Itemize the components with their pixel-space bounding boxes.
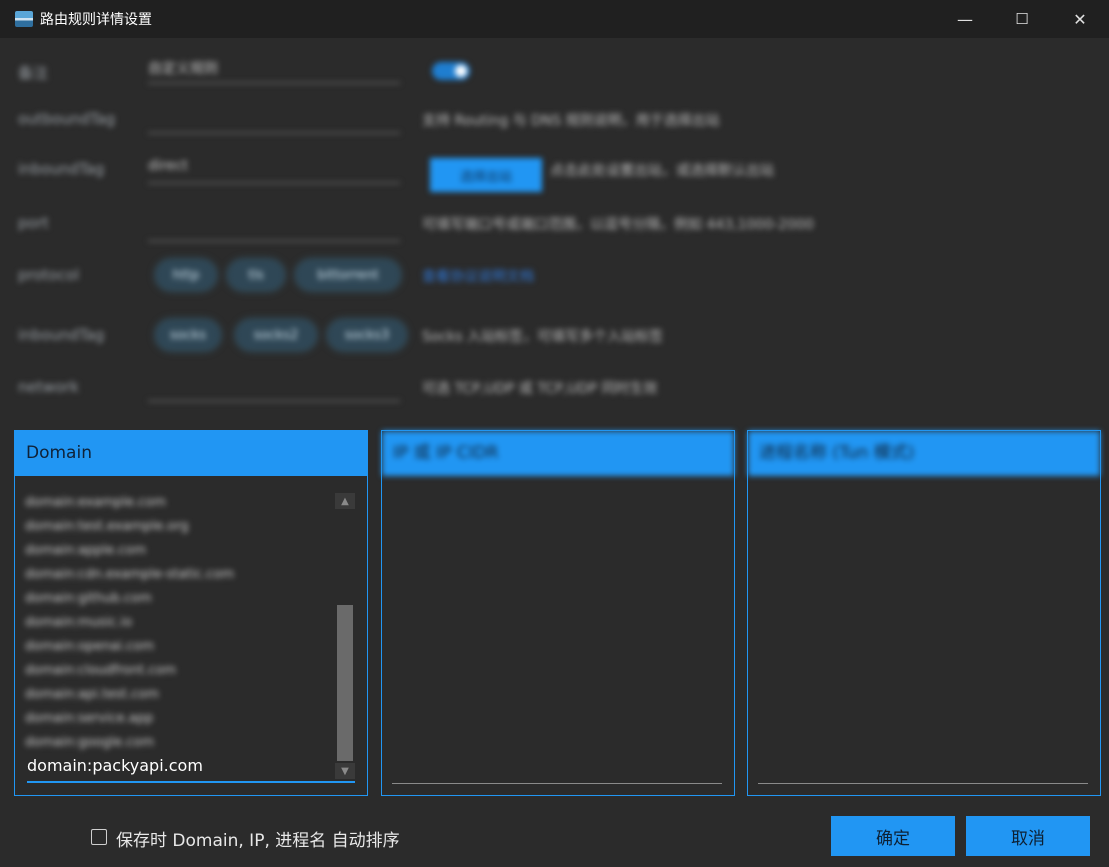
maximize-button[interactable]: ☐ bbox=[993, 0, 1051, 38]
window-title: 路由规则详情设置 bbox=[40, 12, 152, 28]
sniff-label: inboundTag bbox=[18, 326, 105, 344]
close-button[interactable]: ✕ bbox=[1051, 0, 1109, 38]
network-select[interactable] bbox=[148, 376, 400, 402]
domain-panel-header: Domain bbox=[15, 431, 367, 476]
ip-panel-header: IP 或 IP CIDR bbox=[382, 431, 734, 476]
domain-input-text[interactable]: domain:packyapi.com bbox=[27, 751, 327, 781]
scroll-down-icon[interactable]: ▼ bbox=[335, 763, 355, 779]
port-field[interactable] bbox=[148, 216, 400, 242]
network-description: 可选 TCP,UDP 或 TCP,UDP 同时生效 bbox=[422, 381, 658, 397]
list-item: domain:github.com bbox=[25, 591, 152, 606]
list-item: domain:api.test.com bbox=[25, 687, 159, 702]
inbound-label: inboundTag bbox=[18, 160, 105, 178]
outbound-select[interactable] bbox=[148, 108, 400, 134]
select-outbound-button[interactable]: 选择出站 bbox=[430, 158, 542, 192]
protocol-label: protocol bbox=[18, 266, 80, 284]
enable-toggle[interactable] bbox=[432, 62, 470, 80]
inbound-value: direct bbox=[148, 158, 189, 174]
form-row-sniff: inboundTag socks socks2 socks3 Socks 入站标… bbox=[0, 316, 1109, 356]
list-item: domain:cdn.example-static.com bbox=[25, 567, 235, 582]
form-row-remark: 备注 自定义规则 bbox=[0, 52, 1109, 92]
scroll-up-icon[interactable]: ▲ bbox=[335, 493, 355, 509]
outbound-label: outboundTag bbox=[18, 110, 116, 128]
list-item: domain:service.app bbox=[25, 711, 154, 726]
form-row-network: network 可选 TCP,UDP 或 TCP,UDP 同时生效 bbox=[0, 368, 1109, 408]
port-description: 可填写端口号或端口范围，以逗号分隔，例如 443,1000-2000 bbox=[422, 217, 814, 233]
form-row-inbound: inboundTag direct 选择出站 点击此处设置出站，或选择默认出站 bbox=[0, 150, 1109, 192]
process-input-underline[interactable] bbox=[758, 783, 1088, 784]
list-item: domain:music.io bbox=[25, 615, 133, 630]
process-panel-header: 进程名称 (Tun 模式) bbox=[748, 431, 1100, 476]
app-window-icon bbox=[15, 11, 33, 27]
domain-scrollbar[interactable]: ▲ ▼ bbox=[335, 493, 355, 779]
ip-panel: IP 或 IP CIDR bbox=[381, 430, 735, 796]
remark-field[interactable]: 自定义规则 bbox=[148, 58, 400, 84]
protocol-chip-http[interactable]: http bbox=[156, 260, 216, 290]
auto-sort-label[interactable]: 保存时 Domain, IP, 进程名 自动排序 bbox=[116, 826, 400, 851]
remark-label: 备注 bbox=[18, 64, 49, 82]
inbound-chip-3[interactable]: socks3 bbox=[328, 320, 406, 350]
inbound-description: 点击此处设置出站，或选择默认出站 bbox=[550, 163, 774, 179]
outbound-description: 支持 Routing 与 DNS 规则说明，用于选择出站 bbox=[422, 113, 720, 129]
form-row-outbound: outboundTag 支持 Routing 与 DNS 规则说明，用于选择出站 bbox=[0, 100, 1109, 140]
protocol-chip-bittorrent[interactable]: bittorrent bbox=[296, 260, 400, 290]
list-item: domain:apple.com bbox=[25, 543, 147, 558]
auto-sort-checkbox[interactable] bbox=[91, 829, 107, 845]
sniff-description: Socks 入站标签，可填写多个入站标签 bbox=[422, 329, 664, 345]
protocol-doc-link[interactable]: 查看协议说明文档 bbox=[422, 266, 534, 286]
list-item: domain:example.com bbox=[25, 495, 166, 510]
form-row-protocol: protocol http tls bittorrent 查看协议说明文档 bbox=[0, 256, 1109, 296]
list-item: domain:cloudfront.com bbox=[25, 663, 177, 678]
inbound-chip-1[interactable]: socks bbox=[156, 320, 220, 350]
network-label: network bbox=[18, 378, 79, 396]
inbound-chip-2[interactable]: socks2 bbox=[236, 320, 316, 350]
domain-input-underline bbox=[27, 781, 355, 783]
title-bar: 路由规则详情设置 — ☐ ✕ bbox=[0, 0, 1109, 38]
list-item: domain:test.example.org bbox=[25, 519, 189, 534]
list-item: domain:openai.com bbox=[25, 639, 154, 654]
list-item: domain:google.com bbox=[25, 735, 154, 750]
cancel-button[interactable]: 取消 bbox=[966, 816, 1090, 856]
ok-button[interactable]: 确定 bbox=[831, 816, 955, 856]
rule-form: 备注 自定义规则 outboundTag 支持 Routing 与 DNS 规则… bbox=[0, 38, 1109, 423]
domain-list[interactable]: domain:example.com domain:test.example.o… bbox=[25, 491, 335, 753]
process-panel: 进程名称 (Tun 模式) bbox=[747, 430, 1101, 796]
protocol-chip-tls[interactable]: tls bbox=[228, 260, 284, 290]
inbound-select[interactable]: direct bbox=[148, 158, 400, 184]
ip-input-underline[interactable] bbox=[392, 783, 722, 784]
port-label: port bbox=[18, 214, 49, 232]
remark-value: 自定义规则 bbox=[148, 61, 218, 77]
minimize-button[interactable]: — bbox=[936, 0, 994, 38]
domain-panel: Domain domain:example.com domain:test.ex… bbox=[14, 430, 368, 796]
form-row-port: port 可填写端口号或端口范围，以逗号分隔，例如 443,1000-2000 bbox=[0, 204, 1109, 244]
scroll-thumb[interactable] bbox=[337, 605, 353, 761]
